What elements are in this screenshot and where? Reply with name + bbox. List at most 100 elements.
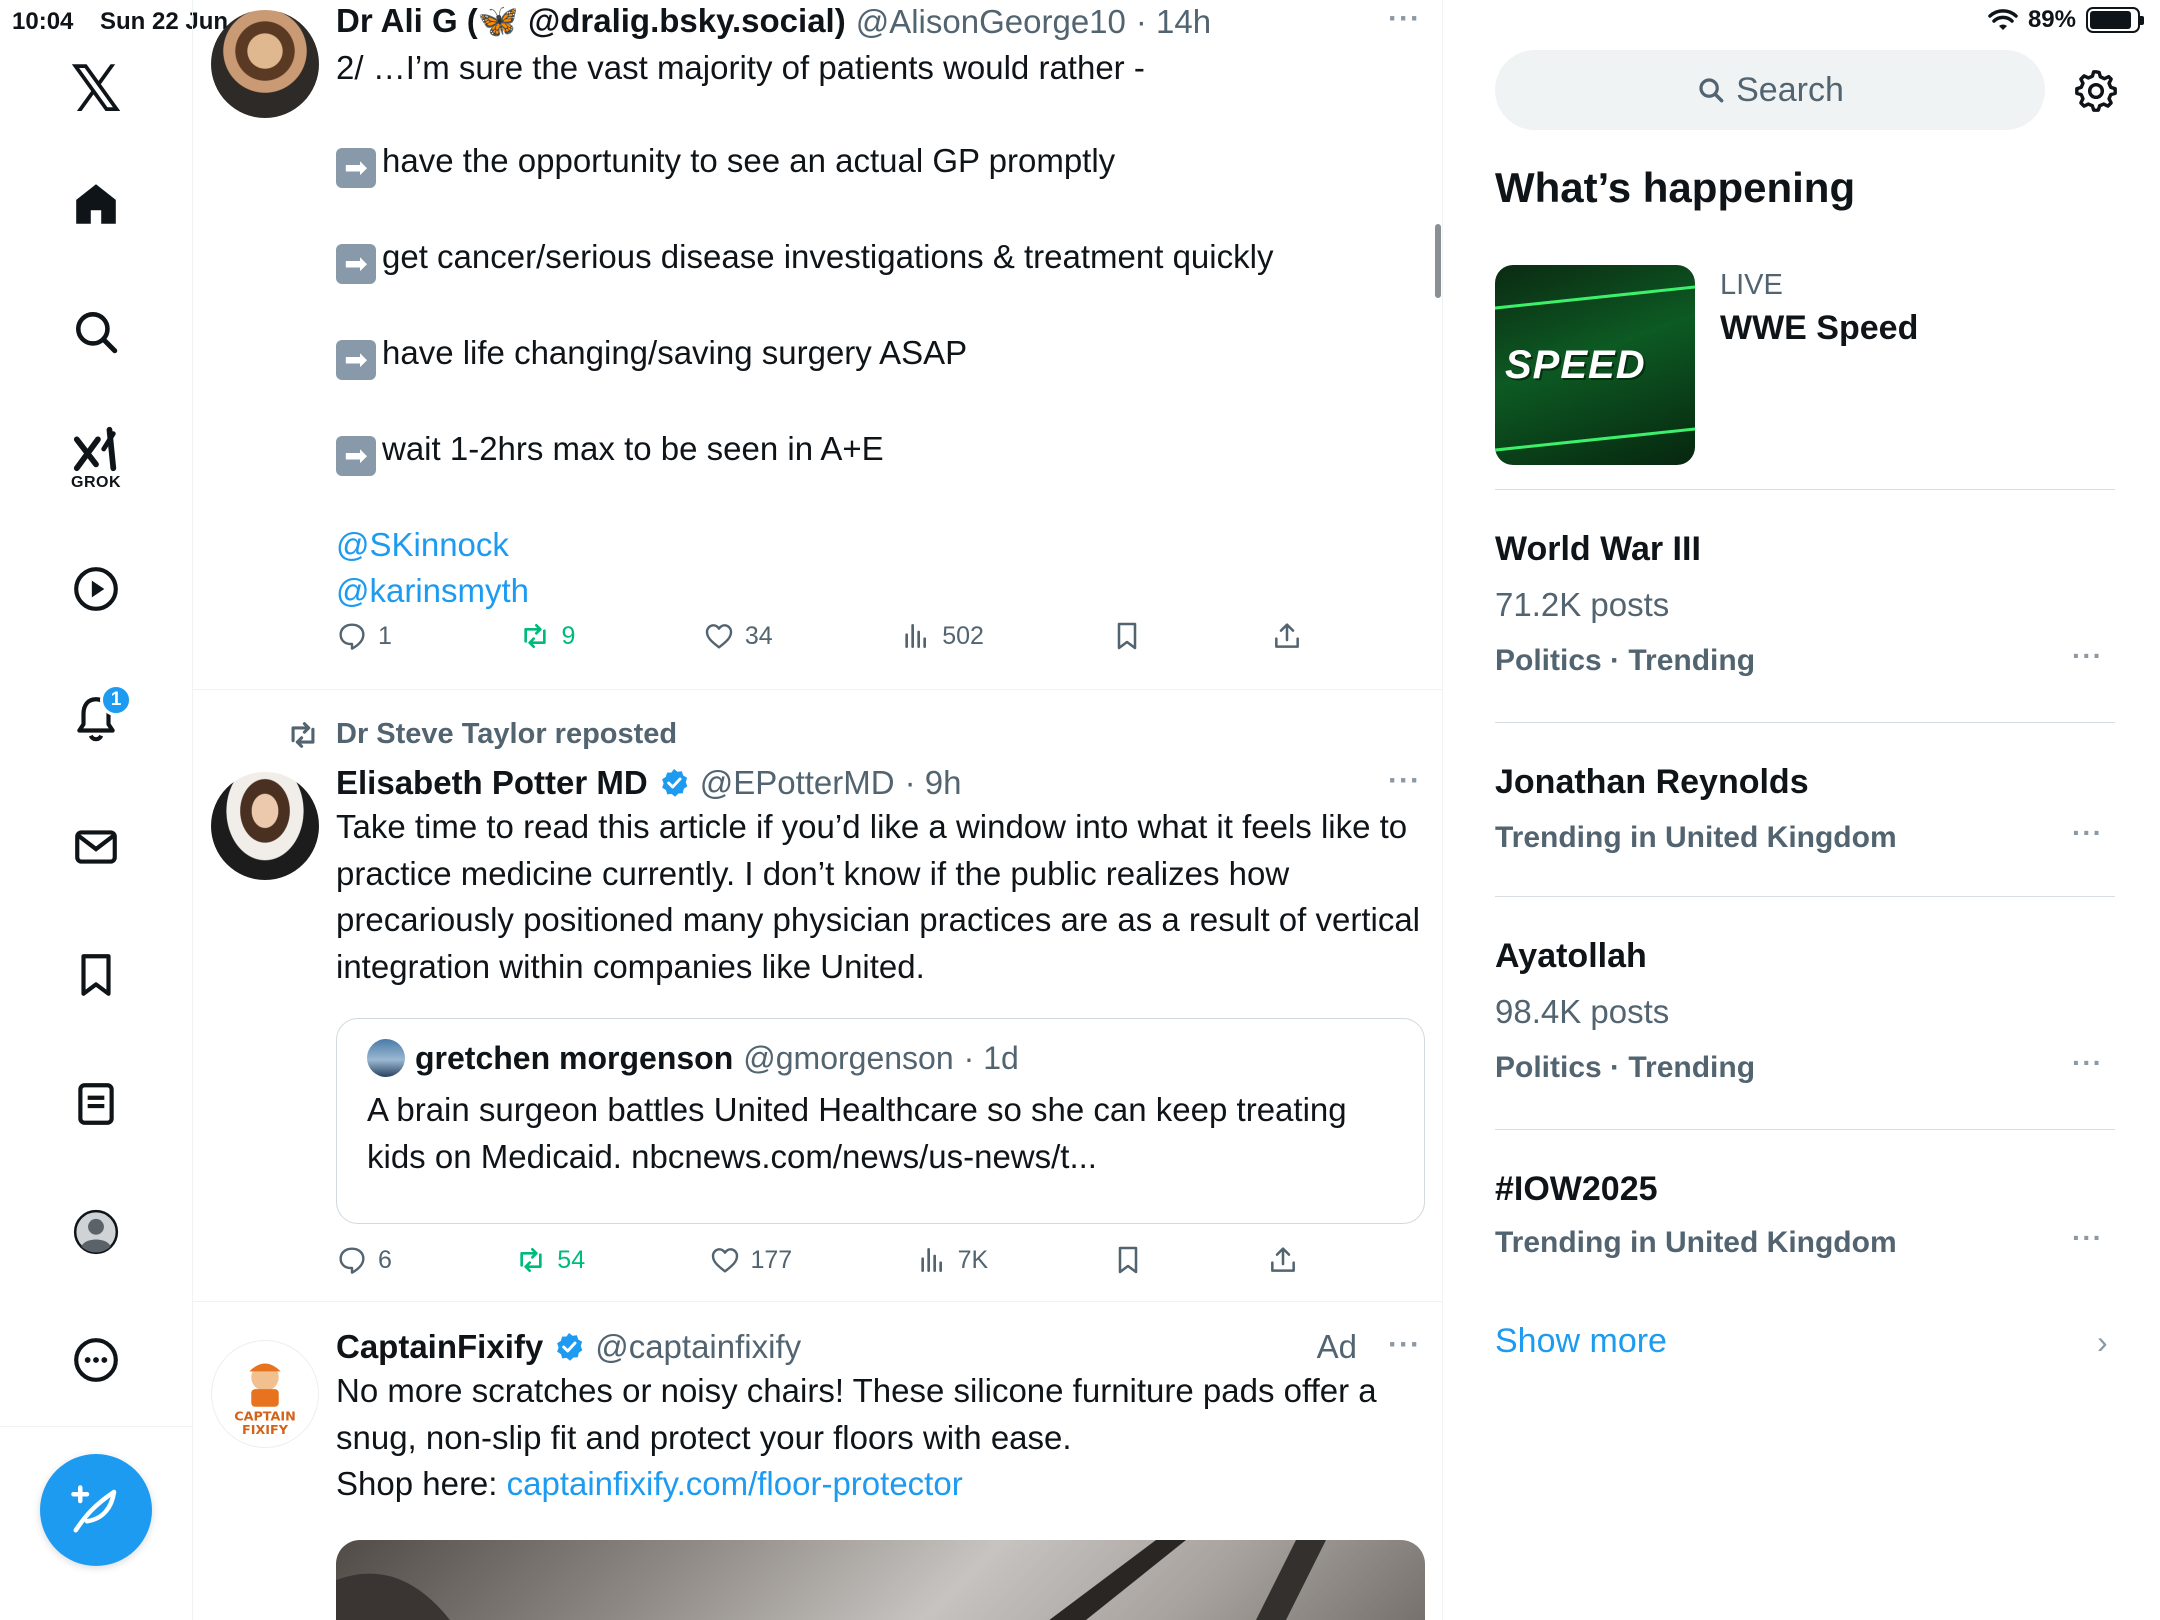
mention-link[interactable]: @SKinnock (336, 522, 1425, 569)
trend-name: #IOW2025 (1495, 1170, 1658, 1208)
more-options-icon[interactable]: ··· (1388, 2, 1421, 36)
nav-notifications[interactable]: 1 (56, 678, 136, 758)
nav-lists[interactable] (56, 1064, 136, 1144)
tweet-time[interactable]: · 9h (905, 764, 962, 802)
notification-badge: 1 (100, 684, 132, 716)
quoted-tweet[interactable]: gretchen morgenson @gmorgenson · 1d A br… (336, 1018, 1425, 1224)
more-options-icon[interactable]: ··· (1388, 764, 1421, 798)
tweet-header: CaptainFixify @captainfixify (336, 1328, 1425, 1366)
reply-button[interactable]: 1 (336, 620, 392, 652)
like-count: 177 (750, 1245, 793, 1274)
views-chart-icon (905, 624, 927, 648)
avatar[interactable] (211, 10, 319, 118)
search-input[interactable]: Search (1495, 50, 2045, 130)
author-handle[interactable]: @AlisonGeorge10 (856, 3, 1126, 41)
like-button[interactable]: 177 (709, 1244, 793, 1276)
trend-more-icon[interactable]: ··· (2072, 1222, 2103, 1254)
settings-gear-icon[interactable] (2073, 68, 2119, 114)
tweet-content: Dr Ali G (🦋 @dralig.bsky.social) @Alison… (336, 2, 1425, 615)
trend-posts: 71.2K posts (1495, 586, 1670, 623)
author-handle[interactable]: @EPotterMD (700, 764, 895, 802)
trend-meta: Politics · Trending (1495, 1051, 1756, 1084)
trend-item[interactable]: Jonathan Reynolds Trending in United Kin… (1495, 723, 2115, 897)
trend-item[interactable]: Ayatollah 98.4K posts Politics · Trendin… (1495, 897, 2115, 1130)
nav-home[interactable] (56, 164, 136, 244)
live-event-card[interactable]: SPEED LIVE WWE Speed (1495, 265, 2115, 490)
trend-item[interactable]: #IOW2025 Trending in United Kingdom ··· (1495, 1130, 2115, 1302)
view-count: 7K (957, 1245, 989, 1274)
repost-count: 54 (557, 1245, 586, 1274)
author-name[interactable]: Elisabeth Potter MD (336, 764, 648, 802)
trend-meta: Trending in United Kingdom (1495, 821, 1897, 854)
reply-button[interactable]: 6 (336, 1244, 392, 1276)
repost-icon (291, 721, 315, 748)
left-nav: 𝕏 GROK 1 (0, 0, 193, 1620)
right-arrow-emoji-icon: ➡ (336, 147, 376, 188)
mail-icon (75, 830, 117, 864)
author-name[interactable]: Dr Ali G (🦋 @dralig.bsky.social) (336, 2, 846, 41)
show-more-link[interactable]: Show more (1495, 1322, 1667, 1361)
trend-meta: Trending in United Kingdom (1495, 1226, 1897, 1259)
tweet-body: Take time to read this article if you’d … (336, 808, 1421, 985)
bookmark-icon (1118, 622, 1137, 650)
verified-badge-icon (553, 1331, 585, 1363)
like-button[interactable]: 34 (703, 620, 773, 652)
tweet-epottermd[interactable]: Dr Steve Taylor reposted Elisabeth Potte… (193, 690, 1442, 1302)
tweet-line: ➡ get cancer/serious disease investigatio… (336, 234, 1425, 284)
reply-count: 1 (378, 621, 392, 650)
mention-link[interactable]: @karinsmyth (336, 568, 1425, 615)
nav-messages[interactable] (56, 807, 136, 887)
views-button[interactable]: 7K (916, 1244, 989, 1276)
trend-more-icon[interactable]: ··· (2072, 1047, 2103, 1079)
nav-explore[interactable] (56, 292, 136, 372)
tweet-body: No more scratches or noisy chairs! These… (336, 1368, 1425, 1508)
bookmark-button[interactable] (1111, 620, 1143, 652)
nav-bookmarks[interactable] (56, 935, 136, 1015)
nav-grok[interactable]: GROK (56, 418, 136, 498)
author-name[interactable]: CaptainFixify (336, 1328, 543, 1366)
share-icon (1271, 1247, 1295, 1272)
ad-shop-link[interactable]: captainfixify.com/floor-protector (507, 1465, 963, 1502)
tweet-line: ➡ have life changing/saving surgery ASAP (336, 330, 1425, 380)
right-arrow-emoji-icon: ➡ (336, 243, 376, 284)
repost-attribution[interactable]: Dr Steve Taylor reposted (291, 718, 677, 751)
repost-button[interactable]: 9 (519, 620, 575, 652)
repost-button[interactable]: 54 (515, 1244, 585, 1276)
nav-video[interactable] (56, 549, 136, 629)
nav-profile[interactable] (56, 1192, 136, 1272)
tweet-content: CaptainFixify @captainfixify Ad ··· No m… (336, 1328, 1425, 1508)
thumb-stripe (1495, 423, 1695, 454)
trend-more-icon[interactable]: ··· (2072, 817, 2103, 849)
grok-mark-icon (73, 426, 117, 472)
ad-media-image[interactable] (336, 1540, 1425, 1620)
more-options-icon[interactable]: ··· (1388, 1328, 1421, 1362)
trend-item[interactable]: World War III 71.2K posts Politics · Tre… (1495, 490, 2115, 723)
tweet-content: Elisabeth Potter MD @EPotterMD · 9h ··· … (336, 764, 1425, 990)
tweet-captainfixify-ad[interactable]: CAPTAIN FIXIFY CaptainFixify @captainfix… (193, 1302, 1442, 1620)
tweet-dralig[interactable]: Dr Ali G (🦋 @dralig.bsky.social) @Alison… (193, 0, 1442, 690)
views-button[interactable]: 502 (900, 620, 984, 652)
trend-more-icon[interactable]: ··· (2072, 640, 2103, 672)
more-circle-icon (74, 1338, 118, 1382)
verified-badge-icon (658, 767, 690, 799)
bookmark-button[interactable] (1112, 1244, 1144, 1276)
author-handle[interactable]: @captainfixify (595, 1328, 801, 1366)
x-logo-icon[interactable]: 𝕏 (56, 50, 136, 130)
ad-shop-line: Shop here: captainfixify.com/floor-prote… (336, 1465, 963, 1502)
trend-posts: 98.4K posts (1495, 993, 1670, 1030)
live-thumb-text: SPEED (1505, 343, 1646, 387)
live-label: LIVE (1720, 269, 1783, 301)
share-button[interactable] (1271, 620, 1303, 652)
quoted-body: A brain surgeon battles United Healthcar… (367, 1091, 1347, 1175)
timeline-scrollbar[interactable] (1435, 224, 1441, 298)
chevron-right-icon[interactable]: › (2097, 1324, 2108, 1361)
tweet-time[interactable]: · 14h (1136, 3, 1211, 41)
share-icon (1275, 623, 1299, 648)
compose-feather-icon (71, 1485, 117, 1533)
avatar[interactable] (211, 772, 319, 880)
compose-post-button[interactable] (40, 1454, 152, 1566)
nav-more[interactable] (56, 1320, 136, 1400)
share-button[interactable] (1267, 1244, 1299, 1276)
avatar[interactable]: CAPTAIN FIXIFY (211, 1340, 319, 1448)
svg-text:CAPTAIN: CAPTAIN (234, 1409, 296, 1424)
